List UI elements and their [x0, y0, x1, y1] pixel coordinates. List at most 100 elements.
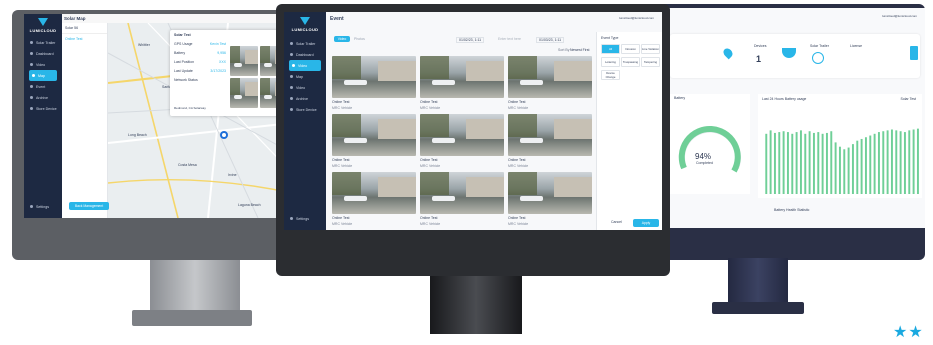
event-card[interactable]: Online Test MRC Vehicle	[420, 114, 504, 170]
event-card[interactable]: Online Test MRC Vehicle	[508, 56, 592, 112]
sidebar-item-label: Video	[296, 85, 306, 90]
sidebar-item[interactable]: Dashboard	[24, 48, 62, 59]
map-pin-icon[interactable]	[220, 131, 228, 139]
usage-bar	[873, 133, 876, 194]
event-card[interactable]: Online Test MRC Vehicle	[508, 114, 592, 170]
snapshot-image[interactable]	[230, 46, 258, 76]
date-to-field[interactable]: 01/03/23, 1:11	[536, 37, 565, 43]
sort-select[interactable]: Newest First	[570, 48, 589, 52]
cancel-button[interactable]: Cancel	[611, 220, 622, 224]
sidebar-item[interactable]: Video	[284, 82, 326, 93]
event-thumbnail[interactable]	[508, 172, 592, 214]
nav-icon	[292, 64, 295, 67]
info-row: Battery 9,956	[174, 51, 226, 60]
event-name: Online Test	[332, 216, 350, 220]
event-thumbnail[interactable]	[508, 56, 592, 98]
map-label: Long Beach	[128, 133, 147, 137]
sidebar-item-label: Map	[38, 73, 45, 78]
event-name: Online Test	[508, 100, 526, 104]
sidebar-item-label: Dashboard	[296, 52, 314, 57]
snapshot-image[interactable]	[230, 78, 258, 108]
search-input[interactable]: Enter text here	[498, 37, 521, 41]
event-thumbnail[interactable]	[332, 172, 416, 214]
user-label: lumicloud@lumicloud.com	[882, 14, 917, 18]
usage-bar	[908, 130, 911, 194]
filter-chip[interactable]: Intrusion	[621, 44, 640, 54]
stats-row: Devices 1 Solar Trailer License	[670, 34, 920, 78]
event-device: MRC Vehicle	[420, 222, 441, 226]
sidebar-item[interactable]: Archive	[284, 93, 326, 104]
sidebar-item[interactable]: Solar Trailer	[24, 37, 62, 48]
usage-chart-card: Last 24 Hours Battery usage Solar Test	[758, 94, 922, 198]
sidebar-item[interactable]: Archive	[24, 92, 62, 103]
brand-name: LUMICLOUD	[29, 28, 57, 33]
center-sidebar: LUMICLOUD Solar Trailer Dashboard Video Map…	[284, 12, 326, 230]
info-address: Redmond, CA Solarway	[174, 106, 206, 110]
filter-chip[interactable]: Device Change	[601, 70, 620, 80]
battery-caption: Completed	[696, 161, 713, 165]
sidebar-item[interactable]: Video	[289, 60, 321, 71]
stat-value: 1	[756, 54, 762, 64]
back-management-button[interactable]: Back Management	[69, 202, 109, 210]
sidebar-item-label: Store Device	[296, 107, 317, 112]
usage-bar	[843, 149, 846, 194]
event-thumbnail[interactable]	[420, 172, 504, 214]
event-thumbnail[interactable]	[332, 56, 416, 98]
date-from-field[interactable]: 01/02/23, 1:11	[456, 37, 485, 43]
event-thumbnail[interactable]	[508, 114, 592, 156]
nav-icon	[30, 41, 33, 44]
info-row-label: Battery	[174, 51, 186, 55]
event-thumbnail[interactable]	[420, 114, 504, 156]
usage-bar	[864, 137, 867, 194]
event-card[interactable]: Online Test MRC Vehicle	[420, 172, 504, 228]
event-thumbnail[interactable]	[332, 114, 416, 156]
usage-select[interactable]: Solar Test	[901, 97, 917, 101]
sidebar-item[interactable]: Event	[24, 81, 62, 92]
filter-chip[interactable]: Tampering	[641, 57, 660, 67]
left-settings[interactable]: Settings	[24, 201, 49, 212]
tab-photos[interactable]: Photos	[354, 37, 365, 41]
info-row: GPS Usage Kevin Test	[174, 42, 226, 51]
event-card[interactable]: Online Test MRC Vehicle	[332, 114, 416, 170]
map-label: Costa Mesa	[178, 163, 197, 167]
nav-icon	[32, 74, 35, 77]
event-card[interactable]: Online Test MRC Vehicle	[508, 172, 592, 228]
list-item[interactable]: Online Test	[62, 34, 107, 44]
sidebar-item[interactable]: Video	[24, 59, 62, 70]
usage-bar	[773, 132, 776, 194]
apply-button[interactable]: Apply	[633, 219, 659, 227]
filter-chip[interactable]: Trespassing	[621, 57, 640, 67]
event-thumbnail[interactable]	[420, 56, 504, 98]
filter-chip[interactable]: All	[601, 44, 620, 54]
sidebar-item[interactable]: Map	[284, 71, 326, 82]
sidebar-item[interactable]: Store Device	[284, 104, 326, 115]
filter-chip[interactable]: Loitering	[601, 57, 620, 67]
sidebar-item[interactable]: Solar Trailer	[284, 38, 326, 49]
sidebar-item-label: Map	[296, 74, 303, 79]
sidebar-item[interactable]: Store Device	[24, 103, 62, 114]
trailer-icon	[812, 52, 824, 64]
event-card[interactable]: Online Test MRC Vehicle	[420, 56, 504, 112]
sidebar-item-label: Archive	[36, 95, 48, 100]
event-card[interactable]: Online Test MRC Vehicle	[332, 56, 416, 112]
usage-bar	[860, 138, 863, 194]
event-name: Online Test	[420, 100, 438, 104]
center-settings[interactable]: Settings	[284, 213, 309, 224]
tab-video[interactable]: Video	[334, 36, 350, 42]
sidebar-item[interactable]: Map	[29, 70, 57, 81]
filter-chip[interactable]: Line Violation	[641, 44, 660, 54]
info-row: Network Status	[174, 78, 226, 87]
event-card[interactable]: Online Test MRC Vehicle	[332, 172, 416, 228]
usage-bar	[821, 133, 824, 194]
sidebar-item[interactable]: Dashboard	[284, 49, 326, 60]
usage-bar	[886, 130, 889, 194]
settings-label: Settings	[296, 216, 309, 221]
stat-label: Solar Trailer	[810, 44, 829, 48]
battery-card: Battery 94% Completed	[670, 94, 750, 194]
list-item[interactable]: Solar 56	[62, 23, 107, 34]
sidebar-item-label: Video	[36, 62, 46, 67]
event-grid: Online Test MRC Vehicle Online Test MRC Veh…	[332, 56, 594, 230]
center-stand	[430, 276, 522, 334]
user-label[interactable]: lumicloud@lumicloud.com	[619, 16, 654, 20]
usage-bar	[916, 128, 919, 194]
